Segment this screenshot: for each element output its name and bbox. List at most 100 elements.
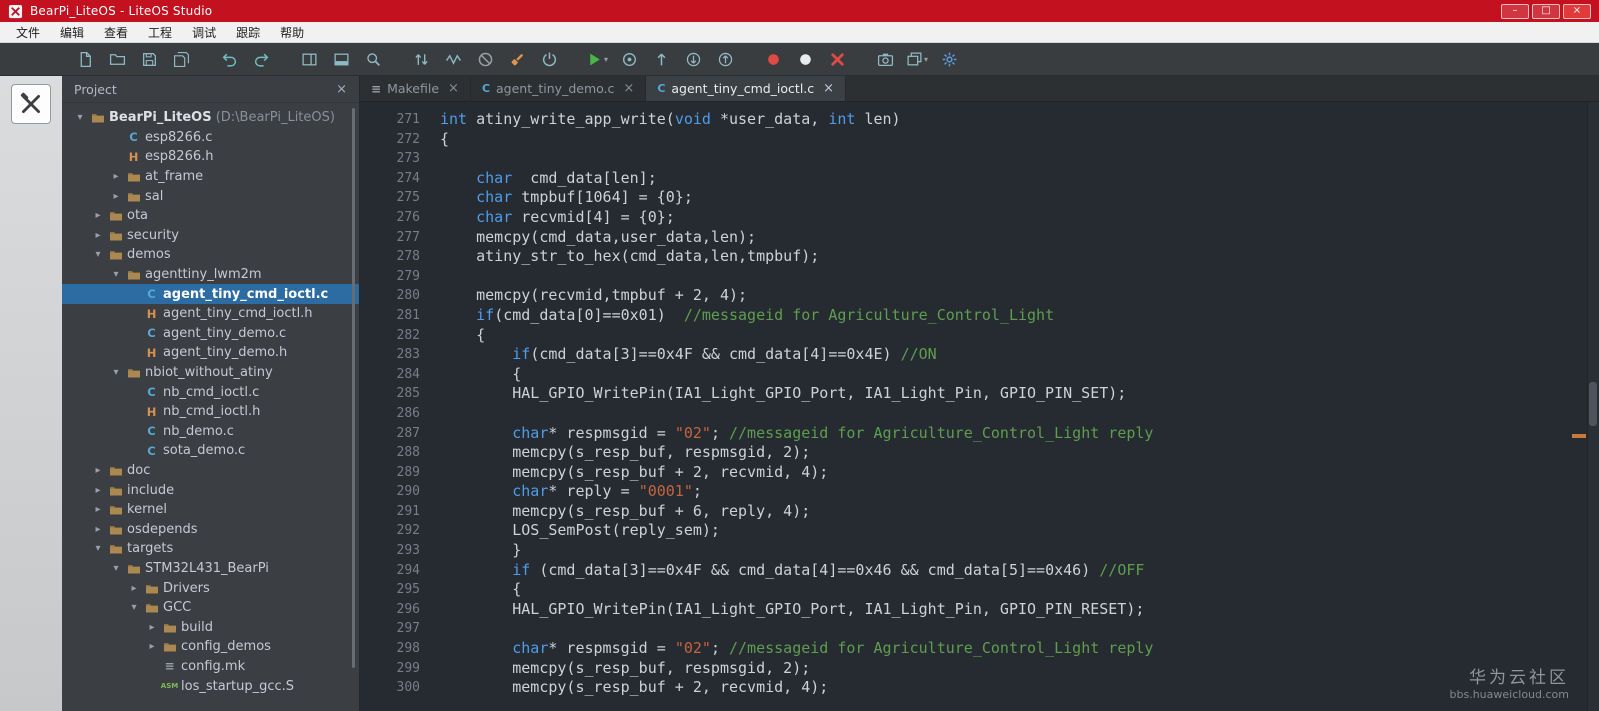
collapse-arrow-icon[interactable]: ▾ — [126, 602, 142, 613]
tree-item-include[interactable]: ▸ include — [62, 480, 359, 500]
undo-icon[interactable] — [216, 47, 242, 71]
save-icon[interactable] — [136, 47, 162, 71]
tree-item-at-frame[interactable]: ▸ at_frame — [62, 167, 359, 187]
tree-item-config-mk[interactable]: ≡ config.mk — [62, 657, 359, 677]
tree-item-agent-tiny-demo-h[interactable]: Hagent_tiny_demo.h — [62, 343, 359, 363]
liteos-studio-logo[interactable] — [11, 84, 51, 124]
close-button[interactable]: × — [1563, 3, 1591, 19]
tree-item-demos[interactable]: ▾ demos — [62, 245, 359, 265]
tree-item-agent-tiny-demo-c[interactable]: Cagent_tiny_demo.c — [62, 324, 359, 344]
menu-item-3[interactable]: 工程 — [138, 22, 182, 42]
tree-item-los-startup-gcc-s[interactable]: ASM los_startup_gcc.S — [62, 676, 359, 696]
tree-item-doc[interactable]: ▸ doc — [62, 461, 359, 481]
watermark-title: 华为云社区 — [1469, 668, 1569, 688]
menu-item-5[interactable]: 跟踪 — [226, 22, 270, 42]
collapse-arrow-icon[interactable]: ▾ — [108, 269, 124, 280]
code-line-text: atiny_str_to_hex(cmd_data,len,tmpbuf); — [440, 247, 820, 266]
expand-arrow-icon[interactable]: ▸ — [90, 210, 106, 221]
expand-arrow-icon[interactable]: ▸ — [90, 524, 106, 535]
dropdown-caret-icon: ▾ — [923, 54, 928, 64]
tree-item-stm32l431-bearpi[interactable]: ▾ STM32L431_BearPi — [62, 559, 359, 579]
tree-item-targets[interactable]: ▾ targets — [62, 539, 359, 559]
toggle-panel-icon[interactable] — [328, 47, 354, 71]
save-all-icon[interactable] — [168, 47, 194, 71]
collapse-arrow-icon[interactable]: ▾ — [108, 367, 124, 378]
tree-item-nb-cmd-ioctl-c[interactable]: Cnb_cmd_ioctl.c — [62, 382, 359, 402]
step-out-icon[interactable] — [712, 47, 738, 71]
overview-ruler-mark — [1572, 433, 1586, 438]
tree-item-drivers[interactable]: ▸ Drivers — [62, 578, 359, 598]
collapse-arrow-icon[interactable]: ▾ — [90, 543, 106, 554]
expand-arrow-icon[interactable]: ▸ — [144, 622, 160, 633]
tree-item-esp8266-c[interactable]: Cesp8266.c — [62, 128, 359, 148]
expand-arrow-icon[interactable]: ▸ — [90, 465, 106, 476]
menu-item-1[interactable]: 编辑 — [50, 22, 94, 42]
expand-arrow-icon[interactable]: ▸ — [108, 171, 124, 182]
tree-item-nb-cmd-ioctl-h[interactable]: Hnb_cmd_ioctl.h — [62, 402, 359, 422]
menu-item-2[interactable]: 查看 — [94, 22, 138, 42]
upload-icon[interactable] — [648, 47, 674, 71]
snapshot-icon[interactable] — [872, 47, 898, 71]
windows-layout-icon[interactable]: ▾ — [904, 47, 930, 71]
tab-close-icon[interactable]: × — [448, 81, 459, 96]
tab-close-icon[interactable]: × — [823, 81, 834, 96]
menu-item-6[interactable]: 帮助 — [270, 22, 314, 42]
open-project-icon[interactable] — [104, 47, 130, 71]
tree-item-agenttiny-lwm2m[interactable]: ▾ agenttiny_lwm2m — [62, 265, 359, 285]
expand-arrow-icon[interactable]: ▸ — [90, 485, 106, 496]
debug-icon[interactable] — [616, 47, 642, 71]
tree-item-agent-tiny-cmd-ioctl-c[interactable]: Cagent_tiny_cmd_ioctl.c — [62, 284, 359, 304]
tree-item-config-demos[interactable]: ▸ config_demos — [62, 637, 359, 657]
expand-arrow-icon[interactable]: ▸ — [108, 191, 124, 202]
tab-makefile[interactable]: ≡ Makefile × — [360, 76, 471, 101]
serial-config-icon[interactable] — [408, 47, 434, 71]
expand-arrow-icon[interactable]: ▸ — [144, 641, 160, 652]
code-line: 275 char tmpbuf[1064] = {0}; — [360, 188, 1599, 208]
step-into-icon[interactable] — [680, 47, 706, 71]
redo-icon[interactable] — [248, 47, 274, 71]
tree-item-nbiot-without-atiny[interactable]: ▾ nbiot_without_atiny — [62, 363, 359, 383]
tree-item-bearpi-liteos[interactable]: ▾ BearPi_LiteOS (D:\BearPi_LiteOS) — [62, 108, 359, 128]
tree-item-ota[interactable]: ▸ ota — [62, 206, 359, 226]
new-file-icon[interactable] — [72, 47, 98, 71]
split-editor-icon[interactable] — [296, 47, 322, 71]
power-icon[interactable] — [536, 47, 562, 71]
menu-item-4[interactable]: 调试 — [182, 22, 226, 42]
tree-item-agent-tiny-cmd-ioctl-h[interactable]: Hagent_tiny_cmd_ioctl.h — [62, 304, 359, 324]
code-editor[interactable]: 271 int atiny_write_app_write(void *user_… — [360, 102, 1599, 711]
expand-arrow-icon[interactable]: ▸ — [126, 583, 142, 594]
cancel-build-icon[interactable] — [472, 47, 498, 71]
tree-item-sal[interactable]: ▸ sal — [62, 186, 359, 206]
tab-close-icon[interactable]: × — [623, 81, 634, 96]
signal-trace-icon[interactable] — [440, 47, 466, 71]
clear-icon[interactable] — [824, 47, 850, 71]
expand-arrow-icon[interactable]: ▸ — [90, 230, 106, 241]
editor-scrollbar-thumb[interactable] — [1589, 382, 1597, 427]
expand-arrow-icon[interactable]: ▸ — [90, 504, 106, 515]
tab-agent-tiny-demo-c[interactable]: Cagent_tiny_demo.c × — [471, 76, 647, 101]
menu-item-0[interactable]: 文件 — [6, 22, 50, 42]
search-icon[interactable] — [360, 47, 386, 71]
collapse-arrow-icon[interactable]: ▾ — [72, 112, 88, 123]
collapse-arrow-icon[interactable]: ▾ — [90, 249, 106, 260]
tree-item-build[interactable]: ▸ build — [62, 617, 359, 637]
stop-record-icon[interactable] — [792, 47, 818, 71]
tree-item-nb-demo-c[interactable]: Cnb_demo.c — [62, 422, 359, 442]
panel-close-icon[interactable]: × — [336, 82, 347, 97]
tree-item-esp8266-h[interactable]: Hesp8266.h — [62, 147, 359, 167]
tree-item-kernel[interactable]: ▸ kernel — [62, 500, 359, 520]
maximize-button[interactable]: □ — [1532, 3, 1560, 19]
settings-icon[interactable] — [936, 47, 962, 71]
project-tree-scrollbar[interactable] — [352, 108, 355, 668]
collapse-arrow-icon[interactable]: ▾ — [108, 563, 124, 574]
run-button[interactable]: ▾ — [584, 47, 610, 71]
tree-item-osdepends[interactable]: ▸ osdepends — [62, 519, 359, 539]
tree-item-security[interactable]: ▸ security — [62, 226, 359, 246]
tab-agent-tiny-cmd-ioctl-c[interactable]: Cagent_tiny_cmd_ioctl.c × — [646, 76, 847, 101]
build-icon[interactable] — [504, 47, 530, 71]
editor-scrollbar[interactable] — [1587, 102, 1599, 711]
record-icon[interactable] — [760, 47, 786, 71]
minimize-button[interactable]: – — [1501, 3, 1529, 19]
tree-item-sota-demo-c[interactable]: Csota_demo.c — [62, 441, 359, 461]
tree-item-gcc[interactable]: ▾ GCC — [62, 598, 359, 618]
